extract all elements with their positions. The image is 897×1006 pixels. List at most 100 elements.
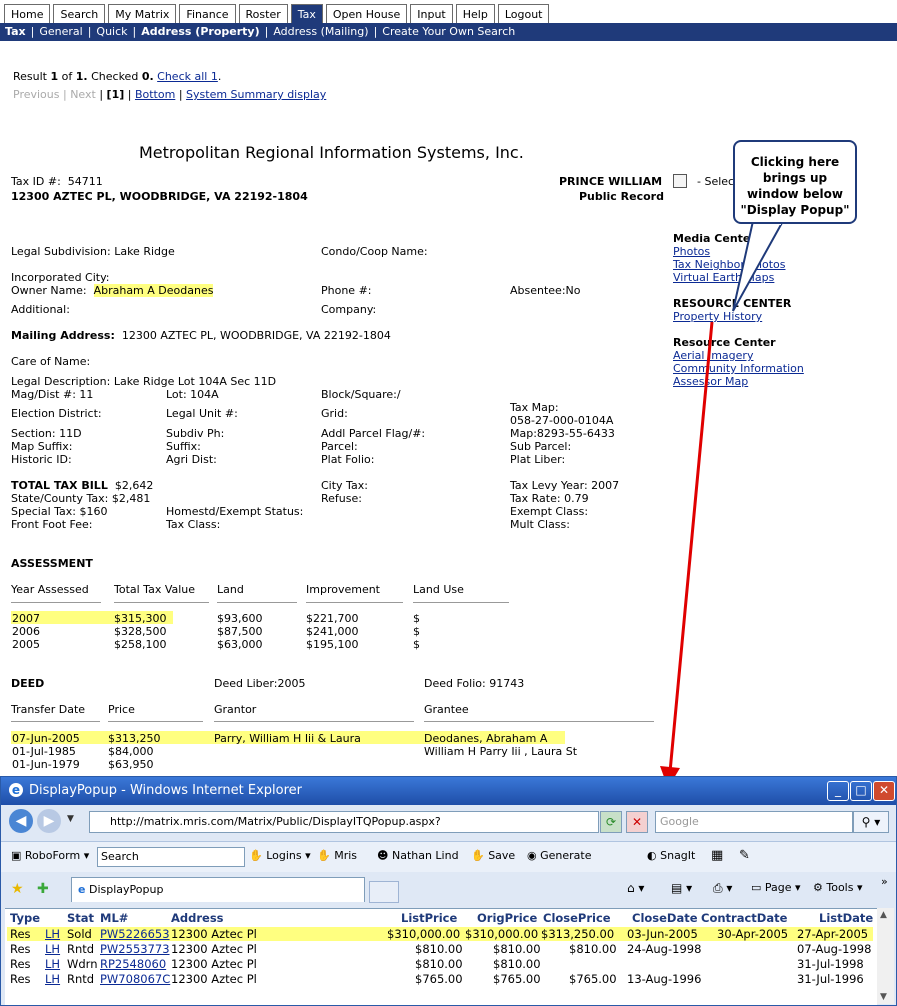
logins-button[interactable]: ✋ Logins ▾	[249, 847, 311, 865]
popup-lh-link[interactable]: LH	[45, 972, 60, 986]
section: Section: 11D	[11, 427, 82, 440]
popup-ml-link[interactable]: PW5226653	[100, 927, 170, 941]
popup-cell: $313,250.00	[541, 927, 615, 941]
callout-bubble: Clicking here brings up window below "Di…	[733, 140, 857, 224]
subnav-create-search[interactable]: Create Your Own Search	[382, 25, 515, 38]
assess-header-improvement: Improvement	[306, 583, 380, 596]
popup-cell: $765.00	[493, 972, 541, 986]
divider	[306, 602, 403, 603]
subnav-address-property[interactable]: Address (Property)	[141, 25, 259, 38]
tab-roster[interactable]: Roster	[238, 4, 288, 24]
chevron-more-icon[interactable]: »	[881, 873, 888, 891]
roboform-button[interactable]: ▣ RoboForm ▾	[11, 847, 89, 865]
tab-tax[interactable]: Tax	[290, 4, 323, 24]
condo-name: Condo/Coop Name:	[321, 245, 428, 258]
search-go-icon[interactable]: ⚲ ▾	[853, 811, 889, 833]
popup-cell: $765.00	[569, 972, 617, 986]
tab-displaypopup[interactable]: e DisplayPopup	[71, 877, 365, 902]
main-nav-tabs: Home Search My Matrix Finance Roster Tax…	[4, 4, 552, 24]
search-input[interactable]: Google	[655, 811, 853, 833]
generate-button[interactable]: ◉ Generate	[527, 847, 591, 865]
popup-header-closeprice: ClosePrice	[543, 911, 611, 925]
popup-ml-link[interactable]: RP2548060	[100, 957, 166, 971]
bottom-link[interactable]: Bottom	[135, 88, 175, 101]
popup-lh-link[interactable]: LH	[45, 942, 60, 956]
next-link: Next	[70, 88, 96, 101]
popup-scrollbar[interactable]: ▲ ▼	[877, 908, 894, 1004]
homestd-status: Homestd/Exempt Status:	[166, 505, 304, 518]
checked-count: 0.	[141, 70, 154, 83]
tab-finance[interactable]: Finance	[179, 4, 236, 24]
subnav-address-mailing[interactable]: Address (Mailing)	[273, 25, 368, 38]
deed-header-grantor: Grantor	[214, 703, 257, 716]
feeds-icon[interactable]: ▤ ▾	[671, 879, 692, 897]
assess-header-year: Year Assessed	[11, 583, 89, 596]
forward-button[interactable]: ▶	[37, 809, 61, 833]
tools-menu[interactable]: ⚙ Tools ▾	[813, 879, 863, 897]
popup-cell: $810.00	[415, 942, 463, 956]
tab-home[interactable]: Home	[4, 4, 51, 24]
deed-row: 01-Jul-1985	[12, 745, 76, 758]
assessment-row: $	[413, 638, 420, 651]
close-button[interactable]: ✕	[873, 781, 895, 801]
assessment-row: 2006	[12, 625, 40, 638]
tax-map-label: Tax Map:	[510, 401, 559, 414]
deed-liber: Deed Liber:2005	[214, 677, 306, 690]
tab-logout[interactable]: Logout	[497, 4, 550, 24]
tax-id: Tax ID #: 54711	[11, 175, 103, 188]
tab-search[interactable]: Search	[53, 4, 106, 24]
photos-link[interactable]: Photos	[673, 245, 710, 258]
popup-cell: 07-Aug-1998	[797, 942, 872, 956]
suffix: Suffix:	[166, 440, 201, 453]
maximize-button[interactable]: □	[850, 781, 872, 801]
assessment-title: ASSESSMENT	[11, 557, 93, 570]
map: Map:8293-55-6433	[510, 427, 615, 440]
deed-title: DEED	[11, 677, 45, 690]
refresh-icon[interactable]: ⟳	[600, 811, 622, 833]
summary-display-link[interactable]: System Summary display	[186, 88, 326, 101]
home-icon[interactable]: ⌂ ▾	[627, 879, 644, 897]
favorites-star-icon[interactable]: ★	[11, 881, 24, 897]
lot: Lot: 104A	[166, 388, 219, 401]
special-tax: Special Tax: $160	[11, 505, 108, 518]
subnav-quick[interactable]: Quick	[96, 25, 127, 38]
popup-ml-link[interactable]: PW708067C	[100, 972, 170, 986]
edit-icon[interactable]: ✎	[739, 847, 750, 865]
tab-my-matrix[interactable]: My Matrix	[108, 4, 177, 24]
subnav-general[interactable]: General	[39, 25, 82, 38]
print-icon[interactable]: ⎙ ▾	[713, 879, 732, 897]
stop-icon[interactable]: ✕	[626, 811, 648, 833]
new-tab-button[interactable]	[369, 881, 399, 903]
select-checkbox[interactable]	[673, 174, 687, 188]
popup-lh-link[interactable]: LH	[45, 957, 60, 971]
pager: Previous | Next | [1] | Bottom | System …	[13, 88, 327, 101]
popup-lh-link[interactable]: LH	[45, 927, 60, 941]
snagit-button[interactable]: ◐ SnagIt	[647, 847, 695, 865]
address-bar[interactable]: http://matrix.mris.com/Matrix/Public/Dis…	[89, 811, 599, 833]
user-button[interactable]: ☻ Nathan Lind	[377, 847, 459, 865]
divider	[11, 721, 100, 722]
deed-row: $84,000	[108, 745, 154, 758]
history-dropdown-icon[interactable]: ▼	[67, 814, 74, 824]
popup-header-stat: Stat	[67, 911, 95, 925]
tab-help[interactable]: Help	[455, 4, 495, 24]
add-favorite-icon[interactable]: ✚	[37, 881, 49, 897]
tax-rate: Tax Rate: 0.79	[510, 492, 589, 505]
tab-input[interactable]: Input	[410, 4, 453, 24]
owner-value: Abraham A Deodanes	[93, 284, 214, 297]
result-number: 1	[50, 70, 59, 83]
tab-open-house[interactable]: Open House	[325, 4, 408, 24]
save-button[interactable]: ✋ Save	[471, 847, 515, 865]
page-menu[interactable]: ▭ Page ▾	[751, 879, 801, 897]
check-all-link[interactable]: Check all 1	[157, 70, 218, 83]
popup-cell: 31-Jul-1998	[797, 957, 864, 971]
subnav-tax[interactable]: Tax	[0, 25, 26, 38]
popup-cell: 12300 Aztec Pl	[171, 972, 257, 986]
popup-cell: Res	[10, 957, 31, 971]
popup-ml-link[interactable]: PW2553773	[100, 942, 170, 956]
capture-icon[interactable]: ▦	[711, 847, 723, 865]
minimize-button[interactable]: _	[827, 781, 849, 801]
back-button[interactable]: ◀	[9, 809, 33, 833]
mris-button[interactable]: ✋ Mris	[317, 847, 357, 865]
toolbar-search-field[interactable]: Search	[97, 847, 245, 867]
